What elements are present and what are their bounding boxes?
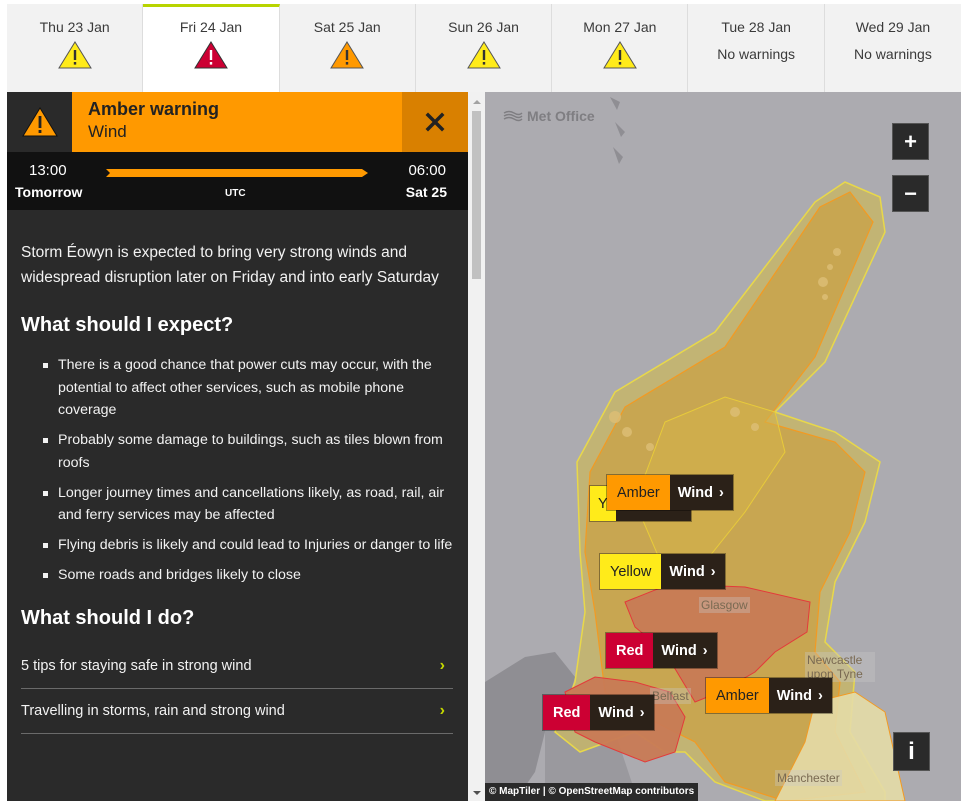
amber-warning-icon (330, 41, 365, 69)
list-item: There is a good chance that power cuts m… (43, 354, 457, 422)
warning-marker-yellow-wind[interactable]: Yellow Wind › (599, 553, 726, 590)
link-label: Travelling in storms, rain and strong wi… (21, 702, 285, 719)
zoom-in-button[interactable]: + (892, 123, 929, 160)
marker-type: Wind › (768, 678, 832, 713)
marker-type-label: Wind (677, 484, 714, 501)
list-item: Flying debris is likely and could lead t… (43, 534, 457, 557)
met-office-logo: Met Office (503, 108, 595, 124)
warning-marker-amber-wind[interactable]: Amber Wind › (705, 677, 833, 714)
marker-type: Wind › (590, 695, 654, 730)
tab-date: Thu 23 Jan (39, 19, 110, 35)
marker-type-label: Wind (776, 687, 813, 704)
tab-day-3[interactable]: Sun 26 Jan (416, 4, 553, 92)
chevron-right-icon: › (639, 704, 645, 721)
city-label: Belfast (650, 688, 691, 704)
map-info-button[interactable]: i (893, 732, 930, 771)
minus-icon: − (904, 180, 917, 206)
marker-type-label: Wind (598, 704, 634, 721)
scrollbar-thumb[interactable] (472, 111, 481, 279)
tab-day-4[interactable]: Mon 27 Jan (552, 4, 689, 92)
city-label: Manchester (775, 770, 842, 786)
start-time: 13:00 (29, 162, 67, 179)
tab-date: Mon 27 Jan (583, 19, 657, 35)
end-day: Sat 25 (405, 184, 447, 200)
no-warnings-label: No warnings (717, 46, 796, 62)
marker-type: Wind › (661, 554, 725, 589)
tab-date: Tue 28 Jan (721, 19, 791, 35)
close-button[interactable] (402, 92, 468, 152)
do-heading: What should I do? (21, 606, 195, 629)
red-warning-icon (194, 41, 228, 69)
marker-level: Amber (706, 678, 769, 713)
panel-scrollbar[interactable] (468, 92, 485, 801)
marker-type: Wind › (653, 633, 717, 668)
tab-day-2[interactable]: Sat 25 Jan (280, 4, 416, 92)
warning-timebar: 13:00 Tomorrow UTC 06:00 Sat 25 (7, 152, 468, 210)
warning-marker-red-wind[interactable]: Red Wind › (542, 694, 655, 731)
warning-content: Storm Éowyn is expected to bring very st… (21, 240, 457, 734)
day-tabs: Thu 23 Jan Fri 24 Jan Sat 25 Jan Sun 26 … (7, 4, 961, 92)
timezone-label: UTC (225, 188, 246, 199)
warning-marker-amber-wind[interactable]: Amber Wind › (606, 474, 734, 511)
tab-day-6[interactable]: Wed 29 Jan No warnings (825, 4, 961, 92)
warnings-map[interactable]: Met Office + − Glasgow Newcastle upon Ty… (485, 92, 961, 801)
marker-level: Red (543, 695, 591, 730)
plus-icon: + (904, 128, 917, 154)
advice-link-wind-safety[interactable]: 5 tips for staying safe in strong wind › (21, 644, 453, 689)
tab-date: Sat 25 Jan (313, 19, 381, 35)
met-office-logo-icon (503, 110, 523, 122)
chevron-right-icon: › (818, 687, 823, 704)
amber-warning-icon (21, 107, 58, 137)
marker-level: Amber (607, 475, 670, 510)
warning-type: Wind (88, 122, 127, 141)
tab-date: Fri 24 Jan (179, 19, 243, 35)
list-item: Probably some damage to buildings, such … (43, 429, 457, 474)
chevron-right-icon: › (439, 656, 445, 674)
close-icon (425, 112, 445, 132)
chevron-right-icon: › (702, 642, 708, 659)
warning-summary: Storm Éowyn is expected to bring very st… (21, 244, 439, 286)
list-item: Longer journey times and cancellations l… (43, 482, 457, 527)
scroll-down-arrow-icon[interactable] (473, 791, 481, 795)
list-item: Some roads and bridges likely to close (43, 564, 457, 587)
tab-day-0[interactable]: Thu 23 Jan (7, 4, 144, 92)
time-range-bar (106, 169, 368, 177)
warning-level: Amber warning (88, 99, 220, 119)
zoom-out-button[interactable]: − (892, 175, 929, 212)
tab-day-5[interactable]: Tue 28 Jan No warnings (688, 4, 825, 92)
yellow-warning-icon (602, 41, 637, 69)
start-day: Tomorrow (15, 184, 83, 200)
info-icon: i (908, 737, 915, 765)
marker-type: Wind › (669, 475, 733, 510)
marker-level: Yellow (600, 554, 662, 589)
warning-marker-red-wind[interactable]: Red Wind › (605, 632, 718, 669)
chevron-right-icon: › (439, 701, 445, 719)
warning-icon-box (7, 92, 72, 152)
tab-date: Sun 26 Jan (448, 19, 519, 35)
expect-heading: What should I expect? (21, 314, 234, 336)
no-warnings-label: No warnings (854, 46, 932, 62)
expect-list: There is a good chance that power cuts m… (21, 354, 457, 587)
chevron-right-icon: › (710, 563, 716, 580)
warning-header: Amber warning Wind (7, 92, 468, 152)
yellow-warning-icon (466, 41, 501, 69)
marker-type-label: Wind (669, 563, 705, 580)
map-attribution[interactable]: © MapTiler | © OpenStreetMap contributor… (485, 783, 699, 801)
yellow-warning-icon (57, 41, 92, 69)
city-label: Glasgow (699, 597, 750, 613)
end-time: 06:00 (408, 162, 446, 179)
tab-day-1[interactable]: Fri 24 Jan (143, 4, 280, 92)
scroll-up-arrow-icon[interactable] (473, 100, 481, 104)
warning-detail-panel: Amber warning Wind 13:00 Tomorrow UTC 06… (7, 92, 468, 801)
link-label: 5 tips for staying safe in strong wind (21, 657, 252, 674)
logo-text: Met Office (527, 108, 595, 124)
marker-type-label: Wind (661, 642, 697, 659)
marker-level: Red (606, 633, 654, 668)
advice-links: 5 tips for staying safe in strong wind ›… (21, 644, 453, 734)
advice-link-travel[interactable]: Travelling in storms, rain and strong wi… (21, 689, 453, 734)
tab-date: Wed 29 Jan (855, 19, 931, 35)
chevron-right-icon: › (719, 484, 724, 501)
